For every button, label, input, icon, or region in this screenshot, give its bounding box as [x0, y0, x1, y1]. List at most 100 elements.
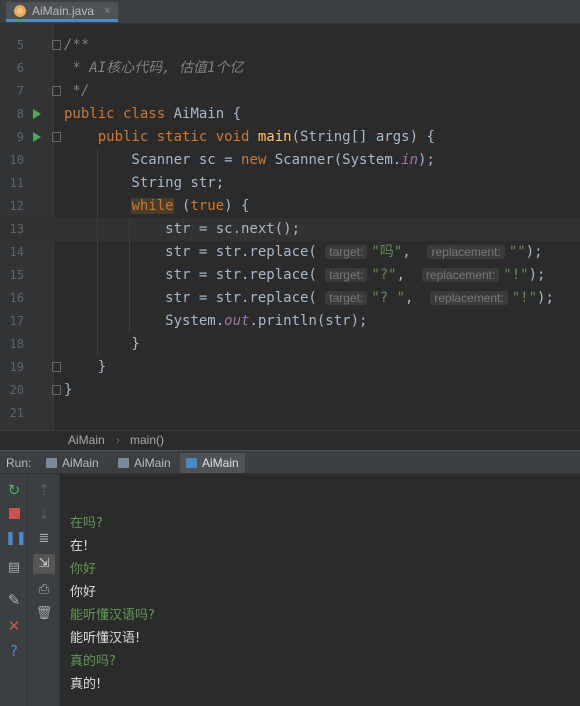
line-number: 5	[16, 38, 24, 52]
code-text: str = sc.next();	[64, 221, 301, 237]
console-output-line: 能听懂汉语!	[70, 631, 141, 646]
close-icon[interactable]: ×	[104, 5, 110, 17]
code-text: /**	[64, 37, 90, 53]
code-line[interactable]: 19 }	[0, 356, 580, 379]
print-icon[interactable]: ⎙	[35, 582, 53, 598]
fold-marker-icon[interactable]	[52, 40, 61, 50]
line-number: 14	[9, 245, 24, 259]
line-number: 19	[9, 360, 24, 374]
run-config-icon	[46, 458, 57, 468]
line-number: 6	[16, 61, 24, 75]
code-text: * AI核心代码, 估值1个亿	[64, 60, 244, 76]
breadcrumb-separator: ›	[116, 433, 120, 447]
code-line[interactable]: 21	[0, 402, 580, 425]
line-number: 20	[9, 383, 24, 397]
indent-guide	[97, 149, 98, 356]
line-number: 8	[16, 107, 24, 121]
code-text: str = str.replace( target: "?", replaceme…	[64, 267, 546, 283]
code-line[interactable]: 18 }	[0, 333, 580, 356]
run-tool-window-header: Run: AiMain AiMain AiMain	[0, 450, 580, 474]
scroll-to-end-icon[interactable]: ⇲	[33, 554, 55, 574]
breadcrumb-class[interactable]: AiMain	[68, 431, 105, 450]
code-line[interactable]: 10 Scanner sc = new Scanner(System.in);	[0, 149, 580, 172]
code-text: }	[64, 336, 140, 352]
code-line[interactable]: 13 str = sc.next();	[0, 218, 580, 241]
code-text: }	[64, 382, 73, 398]
run-tab-3[interactable]: AiMain	[180, 453, 245, 473]
editor-tab-aimain[interactable]: AiMain.java ×	[6, 2, 119, 22]
java-class-icon	[14, 4, 26, 17]
run-toolbar: ↻ ❚❚ ▤ ✎ ✕ ?	[0, 474, 28, 706]
close-icon[interactable]: ✕	[5, 618, 23, 634]
editor-tab-label: AiMain.java	[32, 3, 95, 18]
line-number: 12	[9, 199, 24, 213]
line-number: 15	[9, 268, 24, 282]
run-tab-1[interactable]: AiMain	[40, 453, 105, 473]
fold-marker-icon[interactable]	[52, 132, 61, 142]
console-input-line: 你好	[70, 562, 97, 577]
up-arrow-icon[interactable]: ⇡	[35, 482, 53, 498]
console-input-line: 能听懂汉语吗?	[70, 608, 155, 623]
code-text: System.out.println(str);	[64, 313, 368, 329]
run-tab-label: AiMain	[202, 456, 239, 470]
code-line[interactable]: 12 while (true) {	[0, 195, 580, 218]
line-number: 17	[9, 314, 24, 328]
code-line[interactable]: 8 public class AiMain {	[0, 103, 580, 126]
line-number: 11	[9, 176, 24, 190]
code-line[interactable]: 15 str = str.replace( target: "?", replac…	[0, 264, 580, 287]
dump-threads-icon[interactable]: ▤	[5, 560, 23, 576]
code-line[interactable]: 9 public static void main(String[] args)…	[0, 126, 580, 149]
code-line[interactable]: 11 String str;	[0, 172, 580, 195]
code-line[interactable]: 17 System.out.println(str);	[0, 310, 580, 333]
code-text: String str;	[64, 175, 225, 191]
rerun-icon[interactable]: ↻	[5, 482, 23, 498]
code-line[interactable]: 14 str = str.replace( target: "吗", replac…	[0, 241, 580, 264]
code-line[interactable]: 20}	[0, 379, 580, 402]
code-text: while (true) {	[131, 198, 250, 214]
help-icon[interactable]: ?	[5, 643, 23, 659]
line-number: 21	[9, 406, 24, 420]
code-text: }	[64, 359, 107, 375]
code-line[interactable]: 7 */	[0, 80, 580, 103]
code-line[interactable]: 5 /**	[0, 34, 580, 57]
run-tab-2[interactable]: AiMain	[112, 453, 177, 473]
breadcrumb-method[interactable]: main()	[130, 431, 164, 450]
run-gutter-icon[interactable]	[33, 132, 41, 142]
editor-tab-bar: AiMain.java ×	[0, 0, 580, 24]
run-tab-label: AiMain	[134, 456, 171, 470]
line-number: 16	[9, 291, 24, 305]
code-line[interactable]: 16 str = str.replace( target: "? ", repla…	[0, 287, 580, 310]
pause-icon[interactable]: ❚❚	[5, 531, 27, 547]
line-number: 13	[9, 222, 24, 236]
code-text: */	[64, 83, 90, 99]
run-config-icon	[118, 458, 129, 468]
console-output[interactable]: 在吗? 在! 你好 你好 能听懂汉语吗? 能听懂汉语! 真的吗? 真的!	[60, 474, 580, 706]
line-number: 18	[9, 337, 24, 351]
console-toolbar: ⇡ ⇣ ≣ ⇲ ⎙ 🗑	[28, 474, 60, 706]
code-text: Scanner sc = new Scanner(System.in);	[64, 152, 435, 168]
line-number: 9	[16, 130, 24, 144]
trash-icon[interactable]: 🗑	[35, 606, 53, 622]
console-output-line: 真的!	[70, 677, 102, 692]
pin-icon[interactable]: ✎	[5, 592, 23, 608]
indent-guide	[129, 218, 130, 333]
fold-marker-icon[interactable]	[52, 362, 61, 372]
stop-icon[interactable]	[5, 506, 23, 522]
console-input-line: 真的吗?	[70, 654, 116, 669]
down-arrow-icon[interactable]: ⇣	[35, 506, 53, 522]
line-number: 7	[16, 84, 24, 98]
code-text: public class AiMain {	[64, 106, 242, 122]
breadcrumb: AiMain › main()	[0, 430, 580, 450]
console-output-line: 你好	[70, 585, 97, 600]
soft-wrap-icon[interactable]: ≣	[35, 531, 53, 547]
code-line[interactable]: 6 * AI核心代码, 估值1个亿	[0, 57, 580, 80]
code-editor[interactable]: 5/** 6 * AI核心代码, 估值1个亿 7 */8 public class A…	[0, 24, 580, 430]
code-text: str = str.replace( target: "吗", replaceme…	[64, 244, 543, 260]
line-number: 10	[9, 153, 24, 167]
run-config-icon	[186, 458, 197, 468]
run-gutter-icon[interactable]	[33, 109, 41, 119]
run-label: Run:	[6, 456, 32, 470]
fold-marker-icon[interactable]	[52, 86, 61, 96]
console-input-line: 在吗?	[70, 516, 103, 531]
fold-marker-icon[interactable]	[52, 385, 61, 395]
